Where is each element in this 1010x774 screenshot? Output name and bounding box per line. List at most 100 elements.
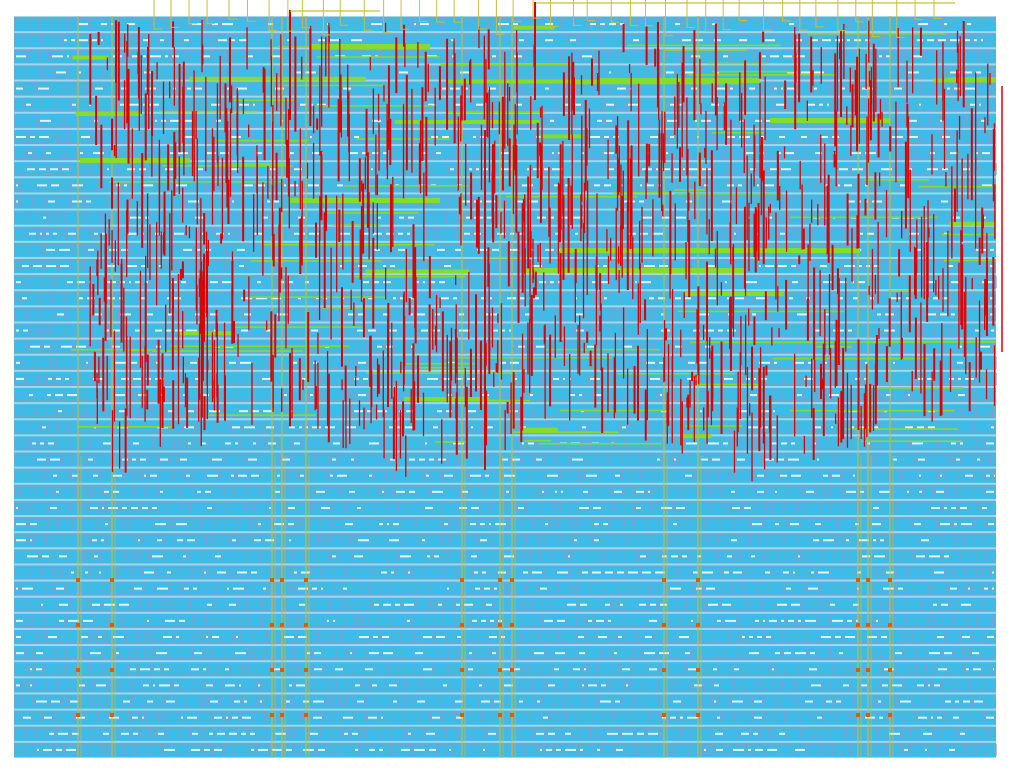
cell-pin xyxy=(797,313,807,316)
cell-pin xyxy=(688,361,695,364)
cell-pin xyxy=(195,87,202,90)
cell-pin xyxy=(86,361,88,364)
cell-pin xyxy=(42,426,46,429)
cell-pin xyxy=(872,200,882,203)
cell-pin xyxy=(530,394,533,397)
cell-pin xyxy=(936,490,944,493)
cell-pin xyxy=(580,603,587,606)
cell-pin xyxy=(938,39,946,42)
cell-pin xyxy=(222,281,233,284)
cell-pin xyxy=(180,458,187,461)
cell-pin xyxy=(640,184,642,187)
cell-pin xyxy=(38,87,49,90)
cell-pin xyxy=(608,168,614,171)
cell-pin xyxy=(785,152,794,155)
cell-pin xyxy=(333,619,335,622)
cell-pin xyxy=(92,39,97,42)
cell-pin xyxy=(642,571,651,574)
cell-pin xyxy=(144,474,146,477)
cell-pin xyxy=(248,55,253,58)
cell-pin xyxy=(967,23,971,26)
cell-pin xyxy=(420,23,429,26)
cell-pin xyxy=(908,71,919,74)
cell-pin xyxy=(984,587,988,590)
cell-pin xyxy=(735,297,744,300)
cell-pin xyxy=(105,523,108,526)
cell-pin xyxy=(176,184,187,187)
cell-pin xyxy=(50,506,57,509)
cell-pin xyxy=(471,426,473,429)
cell-pin xyxy=(603,265,607,268)
cell-pin xyxy=(58,410,62,413)
cell-pin xyxy=(275,490,280,493)
cell-pin xyxy=(941,200,948,203)
cell-pin xyxy=(387,523,389,526)
cell-pin xyxy=(485,474,489,477)
cell-pin xyxy=(598,636,607,639)
cell-pin xyxy=(90,506,98,509)
cell-pin xyxy=(348,313,354,316)
cell-pin xyxy=(701,458,708,461)
cell-pin xyxy=(183,394,185,397)
cell-pin xyxy=(676,506,685,509)
cell-pin xyxy=(786,587,791,590)
cell-pin xyxy=(101,39,103,42)
cell-pin xyxy=(749,87,755,90)
cell-pin xyxy=(22,297,27,300)
cell-pin xyxy=(207,474,218,477)
cell-pin xyxy=(683,168,685,171)
cell-pin xyxy=(860,232,863,235)
cell-pin xyxy=(951,281,959,284)
cell-pin xyxy=(163,636,172,639)
cell-pin xyxy=(518,506,524,509)
cell-pin xyxy=(72,200,82,203)
cell-pin xyxy=(321,587,323,590)
cell-pin xyxy=(343,87,351,90)
cell-pin xyxy=(976,248,986,251)
cell-pin xyxy=(974,39,977,42)
cell-pin xyxy=(790,523,799,526)
cell-pin xyxy=(50,168,58,171)
cell-pin xyxy=(232,426,240,429)
cell-pin xyxy=(512,458,520,461)
cell-pin xyxy=(590,135,600,138)
cell-pin xyxy=(951,506,956,509)
cell-pin xyxy=(919,490,922,493)
cell-pin xyxy=(931,506,940,509)
cell-pin xyxy=(46,232,49,235)
cell-pin xyxy=(258,523,261,526)
cell-pin xyxy=(892,135,903,138)
cell-pin xyxy=(685,71,694,74)
cell-pin xyxy=(940,119,942,122)
cell-pin xyxy=(738,184,742,187)
cell-pin xyxy=(102,506,104,509)
cell-pin xyxy=(293,361,297,364)
cell-pin xyxy=(574,539,577,542)
cell-pin xyxy=(502,329,505,332)
cell-pin xyxy=(876,619,878,622)
cell-pin xyxy=(791,603,800,606)
cell-pin xyxy=(956,458,960,461)
cell-pin xyxy=(371,23,382,26)
cell-pin xyxy=(30,523,37,526)
cell-pin xyxy=(389,426,393,429)
cell-pin xyxy=(555,490,557,493)
cell-pin xyxy=(358,394,366,397)
cell-pin xyxy=(862,555,870,558)
cell-pin xyxy=(212,458,222,461)
cell-pin xyxy=(134,587,142,590)
cell-pin xyxy=(476,103,483,106)
cell-pin xyxy=(398,232,403,235)
cell-pin xyxy=(821,636,831,639)
cell-pin xyxy=(141,265,145,268)
cell-pin xyxy=(656,168,658,171)
cell-pin xyxy=(640,555,646,558)
cell-pin xyxy=(16,329,19,332)
cell-pin xyxy=(101,539,104,542)
cell-pin xyxy=(265,539,274,542)
cell-pin xyxy=(544,168,548,171)
cell-pin xyxy=(51,184,59,187)
cell-pin xyxy=(609,71,611,74)
cell-pin xyxy=(332,458,336,461)
cell-pin xyxy=(56,490,59,493)
